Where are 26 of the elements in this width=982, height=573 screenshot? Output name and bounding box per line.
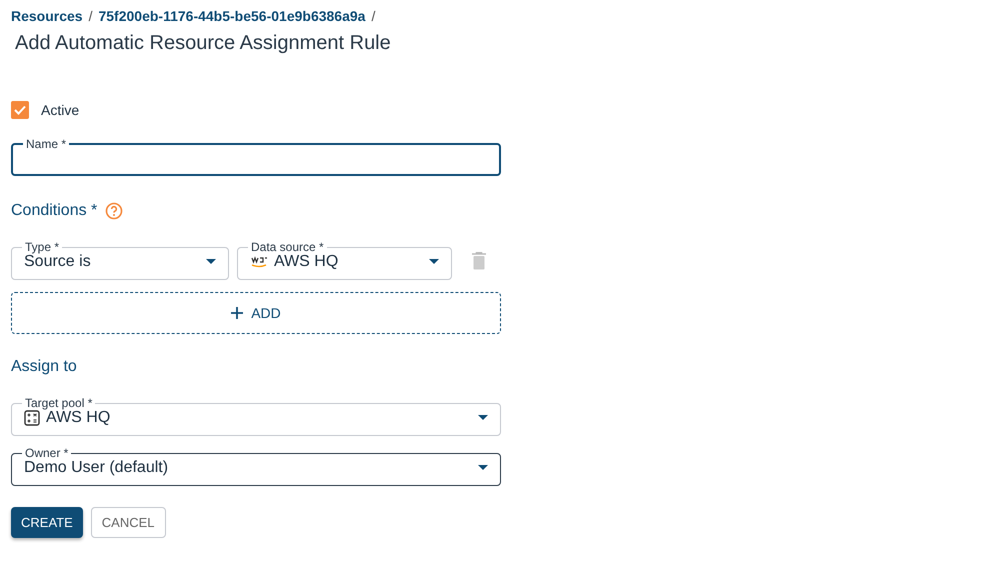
checkbox-label: Active xyxy=(41,102,80,118)
breadcrumb-separator: / xyxy=(371,8,376,24)
plus-icon xyxy=(231,307,244,319)
create-button[interactable]: CREATE xyxy=(11,507,83,538)
name-field[interactable]: Name * xyxy=(11,139,501,176)
caret-icon xyxy=(429,259,439,264)
page-title: Add Automatic Resource Assignment Rule xyxy=(15,32,392,55)
type-select[interactable]: Type * Source is xyxy=(11,242,229,280)
active-checkbox[interactable] xyxy=(11,101,29,119)
breadcrumb-separator: / xyxy=(88,8,92,24)
breadcrumb-link[interactable]: Resources xyxy=(11,8,83,24)
add-condition-button[interactable]: ADD xyxy=(11,292,501,334)
breadcrumb-link[interactable]: 75f200eb-1176-44b5-be56-01e9b6386a9a xyxy=(98,8,366,24)
caret-icon xyxy=(206,259,216,264)
calculator-icon xyxy=(24,410,40,426)
trash-icon[interactable] xyxy=(472,252,486,270)
cloud-provider-icon xyxy=(250,256,268,268)
section-title: Assign to xyxy=(11,358,77,376)
select-field[interactable]: Target pool * AWS HQ xyxy=(11,398,501,436)
data-source-select[interactable]: Data source * AWS HQ xyxy=(237,242,452,280)
caret-icon xyxy=(478,465,488,470)
help-icon[interactable] xyxy=(105,202,124,220)
section-title: Conditions * xyxy=(11,202,98,220)
cancel-button[interactable]: CANCEL xyxy=(90,507,166,538)
caret-icon xyxy=(478,415,488,420)
select-field[interactable]: Owner * Demo User (default) xyxy=(11,448,501,486)
